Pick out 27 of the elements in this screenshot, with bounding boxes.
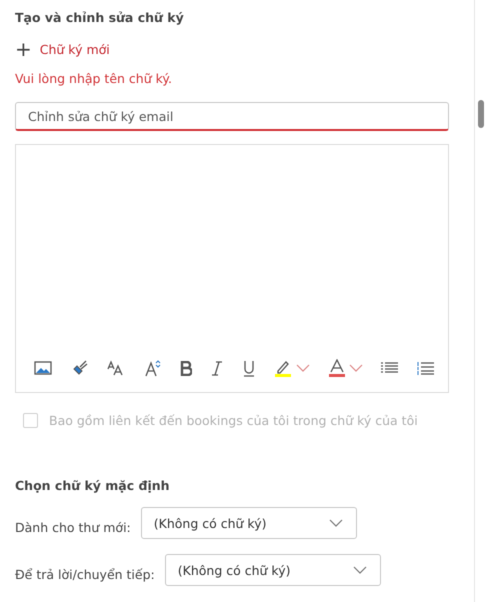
plus-icon: + [15,41,32,57]
checkbox-label: Bao gồm liên kết đến bookings của tôi trong chữ ký của tôi [49,413,418,428]
chevron-down-icon [352,566,367,574]
font-size-icon [107,360,126,376]
dropdown-label: Dành cho thư mới: [15,520,131,534]
underline-icon [242,360,256,376]
font-color-button[interactable] [328,356,363,380]
font-color-icon [328,359,345,377]
chevron-down-icon [296,364,310,372]
signature-dropdown[interactable]: (Không có chữ ký) [140,507,357,539]
bold-icon [180,360,192,376]
grow-font-icon [144,359,162,377]
bulleted-list-icon [381,362,398,374]
dropdown-label: Để trả lời/chuyển tiếp: [15,566,155,582]
signature-name-field[interactable]: Chỉnh sửa chữ ký email [15,102,449,131]
defaults-title: Chọn chữ ký mặc định [15,478,171,493]
error-message: Vui lòng nhập tên chữ ký. [15,71,173,86]
section-title: Tạo và chỉnh sửa chữ ký [15,10,185,25]
signature-dropdown[interactable]: (Không có chữ ký) [164,554,381,586]
chevron-down-icon [328,519,343,527]
picture-icon [34,361,52,375]
highlighter-icon [274,359,292,377]
italic-icon [210,360,223,376]
chevron-down-icon [348,364,363,372]
paintbrush-icon [70,359,89,377]
new-signature-button[interactable]: + Chữ ký mới [15,41,110,57]
numbered-list-icon [416,362,434,374]
